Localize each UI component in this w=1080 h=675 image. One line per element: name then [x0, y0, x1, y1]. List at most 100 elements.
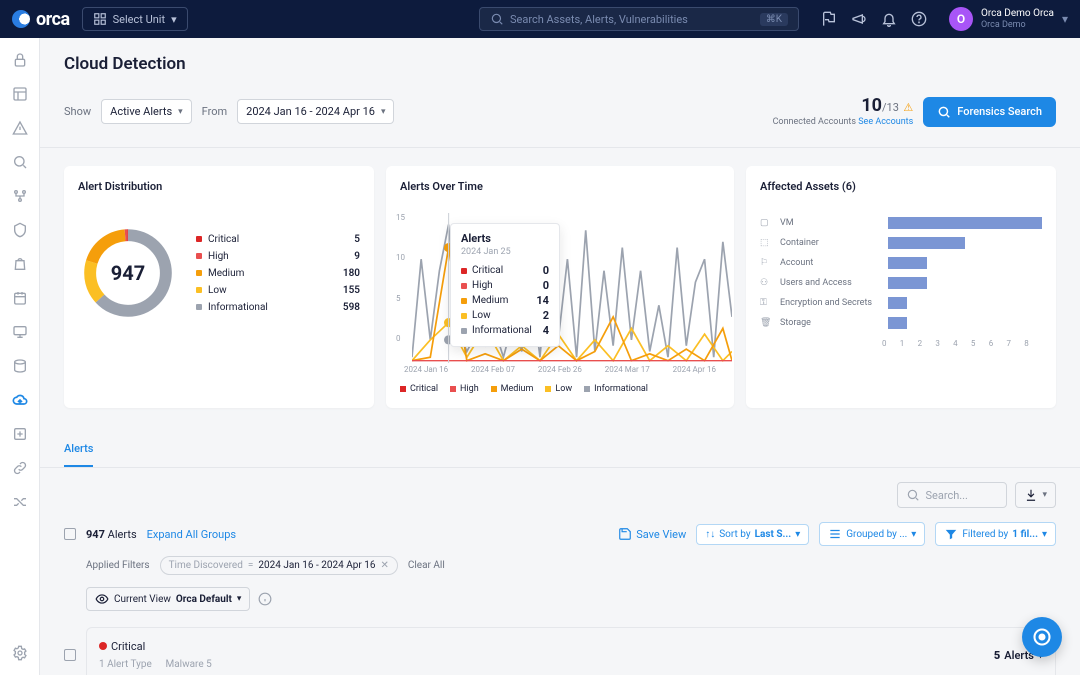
card-title: Alerts Over Time [400, 180, 720, 193]
main-content: Cloud Detection Show Active Alerts▾ From… [40, 38, 1080, 675]
sidebar-item-plus[interactable] [12, 426, 28, 442]
show-label: Show [64, 105, 91, 118]
search-icon [937, 105, 951, 119]
topnav-icon-group [821, 11, 927, 27]
logo[interactable]: orca [12, 9, 70, 30]
sidebar-item-graph[interactable] [12, 188, 28, 204]
sidebar-item-alert[interactable] [12, 120, 28, 136]
card-alerts-over-time: Alerts Over Time 15 10 5 0 [386, 166, 734, 408]
user-text: Orca Demo Orca Orca Demo [981, 8, 1054, 31]
line-chart: 15 10 5 0 [400, 213, 720, 363]
select-all-checkbox[interactable] [64, 528, 76, 540]
applied-filters-label: Applied Filters [86, 560, 150, 571]
sidebar-item-search[interactable] [12, 154, 28, 170]
user-sub: Orca Demo [981, 20, 1054, 31]
filter-icon [944, 527, 958, 541]
flag-icon[interactable] [821, 11, 837, 27]
accounts-num: 10 [861, 95, 882, 116]
save-icon [618, 527, 632, 541]
remove-chip-icon[interactable]: ✕ [380, 560, 388, 571]
bar-row: ▢VM [760, 213, 1042, 233]
bar-row: ⬚Container [760, 233, 1042, 253]
tab-alerts[interactable]: Alerts [64, 432, 93, 467]
container-icon: ⬚ [760, 238, 772, 248]
from-label: From [202, 105, 227, 118]
sidebar-item-lock[interactable] [12, 52, 28, 68]
vm-icon: ▢ [760, 218, 772, 228]
key-icon: ⚿ [760, 298, 772, 308]
group-button[interactable]: Grouped by ... ▾ [819, 522, 925, 546]
show-select[interactable]: Active Alerts▾ [101, 99, 192, 124]
card-title: Alert Distribution [78, 180, 360, 193]
see-accounts-link[interactable]: See Accounts [858, 117, 913, 127]
info-icon[interactable] [258, 592, 272, 606]
expand-all-link[interactable]: Expand All Groups [147, 528, 236, 541]
logo-text: orca [36, 9, 70, 30]
logo-icon [12, 10, 30, 28]
sidebar-item-bag[interactable] [12, 256, 28, 272]
download-icon [1024, 488, 1038, 502]
announce-icon[interactable] [851, 11, 867, 27]
sidebar-item-link[interactable] [12, 460, 28, 476]
account-icon: ⚐ [760, 258, 772, 268]
card-alert-distribution: Alert Distribution 947 Critical5 [64, 166, 374, 408]
bell-icon[interactable] [881, 11, 897, 27]
search-kbd: ⌘K [760, 13, 788, 26]
current-view-select[interactable]: Current View Orca Default ▾ [86, 587, 250, 611]
user-menu[interactable]: O Orca Demo Orca Orca Demo ▾ [949, 7, 1068, 31]
clear-all-link[interactable]: Clear All [408, 560, 445, 571]
sidebar-item-calendar[interactable] [12, 290, 28, 306]
sidebar-item-layout[interactable] [12, 86, 28, 102]
donut-chart: 947 [78, 223, 178, 323]
users-icon: ⚇ [760, 278, 772, 288]
storage-icon: 🗑 [760, 318, 772, 328]
bar-row: ⚿Encryption and Secrets [760, 293, 1042, 313]
chat-widget[interactable] [1022, 617, 1062, 657]
chat-icon [1032, 627, 1052, 647]
date-range-select[interactable]: 2024 Jan 16 - 2024 Apr 16▾ [237, 99, 394, 124]
list-icon [828, 527, 842, 541]
download-button[interactable]: ▾ [1015, 482, 1056, 508]
sort-button[interactable]: ↑↓ Sort by Last S... ▾ [696, 524, 809, 545]
search-icon [906, 488, 920, 502]
page-title: Cloud Detection [64, 54, 1056, 74]
chevron-down-icon: ▾ [1062, 12, 1068, 26]
grid-icon [93, 12, 107, 26]
alerts-search-input[interactable]: Search... [897, 482, 1007, 508]
forensics-search-button[interactable]: Forensics Search [923, 97, 1056, 127]
chevron-down-icon: ▾ [171, 13, 177, 26]
side-nav [0, 38, 40, 675]
sidebar-item-shield[interactable] [12, 222, 28, 238]
bar-row: 🗑Storage [760, 313, 1042, 333]
select-unit-dropdown[interactable]: Select Unit ▾ [82, 7, 188, 31]
top-nav: orca Select Unit ▾ Search Assets, Alerts… [0, 0, 1080, 38]
sidebar-item-settings[interactable] [12, 645, 28, 661]
group-checkbox[interactable] [64, 649, 76, 661]
severity-label: Critical [111, 640, 145, 653]
search-icon [490, 12, 504, 26]
warning-icon: ⚠ [903, 101, 913, 114]
accounts-status: 10/13 ⚠ Connected Accounts See Accounts [773, 94, 914, 129]
select-unit-label: Select Unit [113, 13, 165, 26]
card-affected-assets: Affected Assets (6) ▢VM ⬚Container ⚐Acco… [746, 166, 1056, 408]
filter-row: Show Active Alerts▾ From 2024 Jan 16 - 2… [40, 86, 1080, 148]
help-icon[interactable] [911, 11, 927, 27]
tabs-bar: Alerts [40, 432, 1080, 468]
search-placeholder: Search Assets, Alerts, Vulnerabilities [510, 13, 688, 26]
sidebar-item-db[interactable] [12, 358, 28, 374]
sidebar-item-shuffle[interactable] [12, 494, 28, 510]
avatar: O [949, 7, 973, 31]
eye-icon [95, 592, 109, 606]
bar-row: ⚐Account [760, 253, 1042, 273]
filter-chip[interactable]: Time Discovered = 2024 Jan 16 - 2024 Apr… [160, 556, 398, 575]
card-title: Affected Assets (6) [760, 180, 1042, 193]
donut-legend: Critical5 High9 Medium180 Low155 Informa… [196, 231, 360, 316]
save-view-button[interactable]: Save View [618, 527, 686, 541]
sidebar-item-cloud[interactable] [12, 392, 28, 408]
user-name: Orca Demo Orca [981, 8, 1054, 20]
filter-button[interactable]: Filtered by 1 fil... ▾ [935, 522, 1056, 546]
global-search-input[interactable]: Search Assets, Alerts, Vulnerabilities ⌘… [479, 7, 799, 31]
donut-total: 947 [78, 223, 178, 323]
sidebar-item-monitor[interactable] [12, 324, 28, 340]
alert-group-row[interactable]: Critical 1 Alert Type Malware 5 5 Alerts… [86, 627, 1056, 675]
